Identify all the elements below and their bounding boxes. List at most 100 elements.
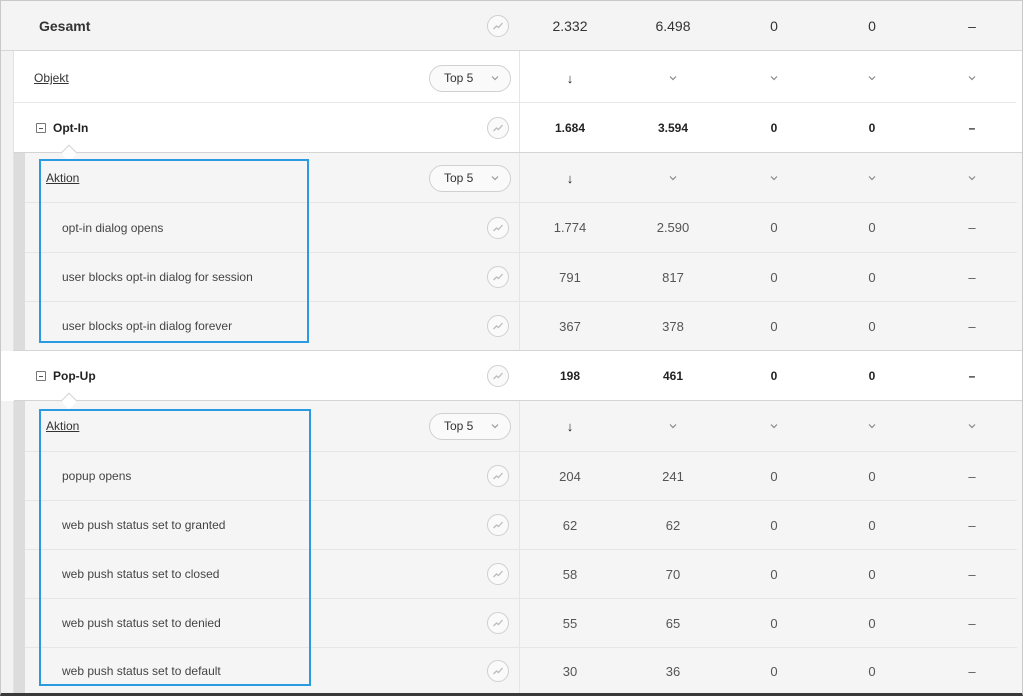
chevron-down-icon[interactable]	[867, 421, 877, 431]
trend-line-icon[interactable]	[487, 612, 509, 634]
row-value: 62	[665, 517, 681, 533]
row-value: 0	[868, 566, 876, 582]
popup-value-5: –	[968, 369, 976, 383]
total-row: Gesamt 2.332 6.498 0 0 –	[1, 1, 1022, 51]
optin-value-3: 0	[770, 121, 778, 135]
popup-value-1: 198	[559, 369, 581, 383]
row-value: 0	[770, 663, 778, 679]
row-value: –	[968, 269, 976, 285]
group-title-popup: Pop-Up	[53, 369, 96, 383]
total-value-3: 0	[770, 17, 778, 34]
row-value: 30	[562, 663, 578, 679]
popup-value-2: 461	[662, 369, 684, 383]
row-value: 65	[665, 615, 681, 631]
row-value: 0	[868, 220, 876, 235]
total-label: Gesamt	[39, 17, 91, 34]
sort-desc-icon[interactable]: ↓	[567, 419, 574, 434]
row-value: 0	[868, 318, 876, 334]
row-value: 55	[562, 615, 578, 631]
optin-value-5: –	[968, 121, 976, 135]
chevron-down-icon[interactable]	[668, 73, 678, 83]
group-row-popup[interactable]: Pop-Up 198 461 0 0 –	[1, 351, 1022, 401]
total-value-5: –	[968, 17, 976, 34]
row-value: –	[968, 566, 976, 582]
row-value: 0	[770, 566, 778, 582]
row-value: 378	[662, 318, 684, 334]
row-value: –	[968, 468, 976, 484]
sort-desc-icon[interactable]: ↓	[567, 171, 574, 186]
objekt-top-label: Top 5	[444, 71, 474, 85]
row-value: 70	[665, 566, 681, 582]
report-table: Gesamt 2.332 6.498 0 0 – Objekt Top 5 ↓ …	[0, 0, 1023, 696]
row-value: 36	[665, 663, 681, 679]
trend-line-icon[interactable]	[487, 266, 509, 288]
trend-line-icon[interactable]	[487, 216, 509, 239]
chevron-down-icon[interactable]	[867, 73, 877, 83]
row-value: –	[968, 318, 976, 334]
collapse-minus-icon[interactable]	[36, 371, 46, 381]
highlight-box-popup-actions	[39, 409, 311, 686]
chevron-down-icon[interactable]	[769, 173, 779, 183]
chevron-down-icon[interactable]	[668, 173, 678, 183]
popup-value-4: 0	[868, 369, 876, 383]
group-row-optin[interactable]: Opt-In 1.684 3.594 0 0 –	[1, 103, 1022, 153]
row-value: 0	[770, 318, 778, 334]
chevron-down-icon	[490, 73, 500, 83]
row-value: 204	[559, 468, 581, 484]
chevron-down-icon[interactable]	[867, 173, 877, 183]
row-value: 367	[559, 318, 581, 334]
chevron-down-icon	[490, 173, 500, 183]
optin-value-1: 1.684	[554, 121, 586, 135]
optin-value-2: 3.594	[657, 121, 689, 135]
chevron-down-icon	[490, 421, 500, 431]
chevron-down-icon[interactable]	[668, 421, 678, 431]
chevron-down-icon[interactable]	[769, 421, 779, 431]
row-value: 791	[559, 269, 581, 285]
collapse-minus-icon[interactable]	[36, 123, 46, 133]
row-value: 0	[770, 517, 778, 533]
trend-line-icon[interactable]	[487, 365, 509, 387]
chevron-down-icon[interactable]	[769, 73, 779, 83]
trend-line-icon[interactable]	[487, 315, 509, 337]
sort-desc-icon[interactable]: ↓	[567, 71, 574, 86]
highlight-box-optin-actions	[39, 159, 309, 343]
total-value-1: 2.332	[552, 17, 588, 34]
objekt-top-select[interactable]: Top 5	[429, 64, 511, 92]
row-value: 0	[770, 615, 778, 631]
row-value: 2.590	[656, 220, 690, 235]
row-value: 0	[868, 468, 876, 484]
chevron-down-icon[interactable]	[967, 73, 977, 83]
popup-top-select[interactable]: Top 5	[429, 412, 511, 440]
trend-line-icon[interactable]	[487, 514, 509, 536]
chevron-down-icon[interactable]	[967, 173, 977, 183]
optin-value-4: 0	[868, 121, 876, 135]
row-value: 0	[868, 615, 876, 631]
popup-top-label: Top 5	[444, 419, 474, 433]
row-value: 62	[562, 517, 578, 533]
objekt-header-row: Objekt Top 5 ↓	[1, 53, 1022, 103]
total-trend-button[interactable]	[487, 1, 509, 50]
row-value: 0	[770, 468, 778, 484]
optin-top-label: Top 5	[444, 171, 474, 185]
optin-top-select[interactable]: Top 5	[429, 164, 511, 192]
row-value: 0	[868, 663, 876, 679]
row-value: 58	[562, 566, 578, 582]
row-value: –	[968, 220, 976, 235]
trend-line-icon[interactable]	[487, 563, 509, 585]
chevron-down-icon[interactable]	[967, 421, 977, 431]
row-value: –	[968, 517, 976, 533]
row-value: 0	[868, 517, 876, 533]
popup-value-3: 0	[770, 369, 778, 383]
row-value: 1.774	[553, 220, 587, 235]
row-value: 241	[662, 468, 684, 484]
total-value-4: 0	[868, 17, 876, 34]
objekt-dimension-link[interactable]: Objekt	[34, 71, 69, 85]
trend-line-icon[interactable]	[487, 117, 509, 139]
group-title-optin: Opt-In	[53, 121, 89, 135]
total-value-2: 6.498	[655, 17, 691, 34]
trend-line-icon[interactable]	[487, 660, 509, 682]
trend-line-icon[interactable]	[487, 465, 509, 487]
row-value: 0	[770, 269, 778, 285]
trend-line-icon[interactable]	[487, 14, 509, 37]
row-value: 0	[770, 220, 778, 235]
